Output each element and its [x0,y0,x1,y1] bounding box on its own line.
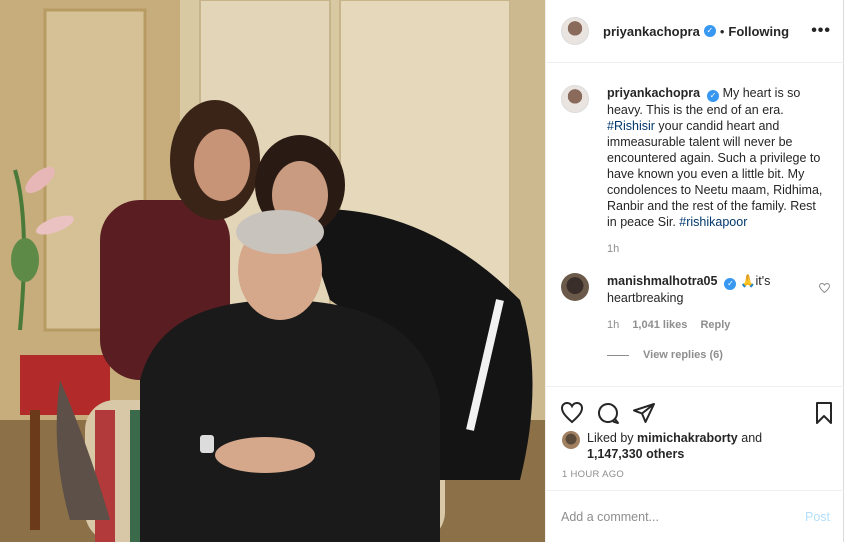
like-heart-icon[interactable] [560,401,584,425]
caption-username[interactable]: priyankachopra [607,86,700,100]
hashtag-link[interactable]: #Rishisir [607,119,655,133]
caption-text: priyankachopra ✓ My heart is so heavy. Th… [607,85,827,230]
caption-time[interactable]: 1h [607,243,619,255]
view-replies-button[interactable]: View replies (6) [607,349,830,361]
likes-count[interactable]: 1,147,330 others [587,447,684,461]
view-replies-label: View replies (6) [643,349,723,361]
liked-by-and: and [737,431,763,445]
like-comment-heart-icon[interactable] [819,283,830,293]
comment-input[interactable] [561,509,805,524]
add-comment-bar: Post [546,490,844,542]
post-photo[interactable] [0,0,545,542]
verified-badge-icon: ✓ [707,90,720,102]
post-comment-button[interactable]: Post [805,510,830,524]
verified-badge-icon: ✓ [724,278,737,290]
reply-button[interactable]: Reply [700,319,730,331]
comment-meta: 1h 1,041 likes Reply [607,319,797,331]
caption: priyankachopra ✓ My heart is so heavy. Th… [561,85,830,255]
more-options-icon[interactable]: ••• [811,22,831,40]
author-avatar[interactable] [561,17,589,45]
replies-divider [607,354,629,356]
following-button[interactable]: Following [728,24,789,39]
share-paper-plane-icon[interactable] [632,401,656,425]
verified-badge-icon: ✓ [703,25,716,37]
separator-dot: • [719,23,725,39]
comment-item: manishmalhotra05 ✓ 🙏it's heartbreaking 1h… [561,273,830,331]
commenter-username[interactable]: manishmalhotra05 [607,274,717,288]
liker-username[interactable]: mimichakraborty [637,431,738,445]
save-bookmark-icon[interactable] [812,401,836,425]
comment-likes[interactable]: 1,041 likes [632,319,687,331]
caption-meta: 1h [607,243,827,255]
comment-emoji: 🙏 [739,274,756,288]
hashtag-link[interactable]: #rishikapoor [679,215,747,229]
comment-time[interactable]: 1h [607,319,619,331]
post-timestamp[interactable]: 1 HOUR AGO [562,469,624,480]
author-username[interactable]: priyankachopra [603,24,700,39]
comment-bubble-icon[interactable] [596,401,620,425]
liked-by-prefix: Liked by [587,431,638,445]
comments-section[interactable]: priyankachopra ✓ My heart is so heavy. Th… [546,63,844,385]
caption-avatar[interactable] [561,85,589,113]
likes-summary: Liked by mimichakraborty and 1,147,330 o… [562,430,762,462]
comment-text: manishmalhotra05 ✓ 🙏it's heartbreaking [607,273,797,306]
caption-text-part: your candid heart and immeasurable talen… [607,119,823,229]
liker-avatar[interactable] [562,431,580,449]
post-photo-image [0,0,545,542]
commenter-avatar[interactable] [561,273,589,301]
post-header: priyankachopra ✓ • Following ••• [546,0,844,63]
post-sidebar: priyankachopra ✓ • Following ••• priyank… [545,0,844,542]
